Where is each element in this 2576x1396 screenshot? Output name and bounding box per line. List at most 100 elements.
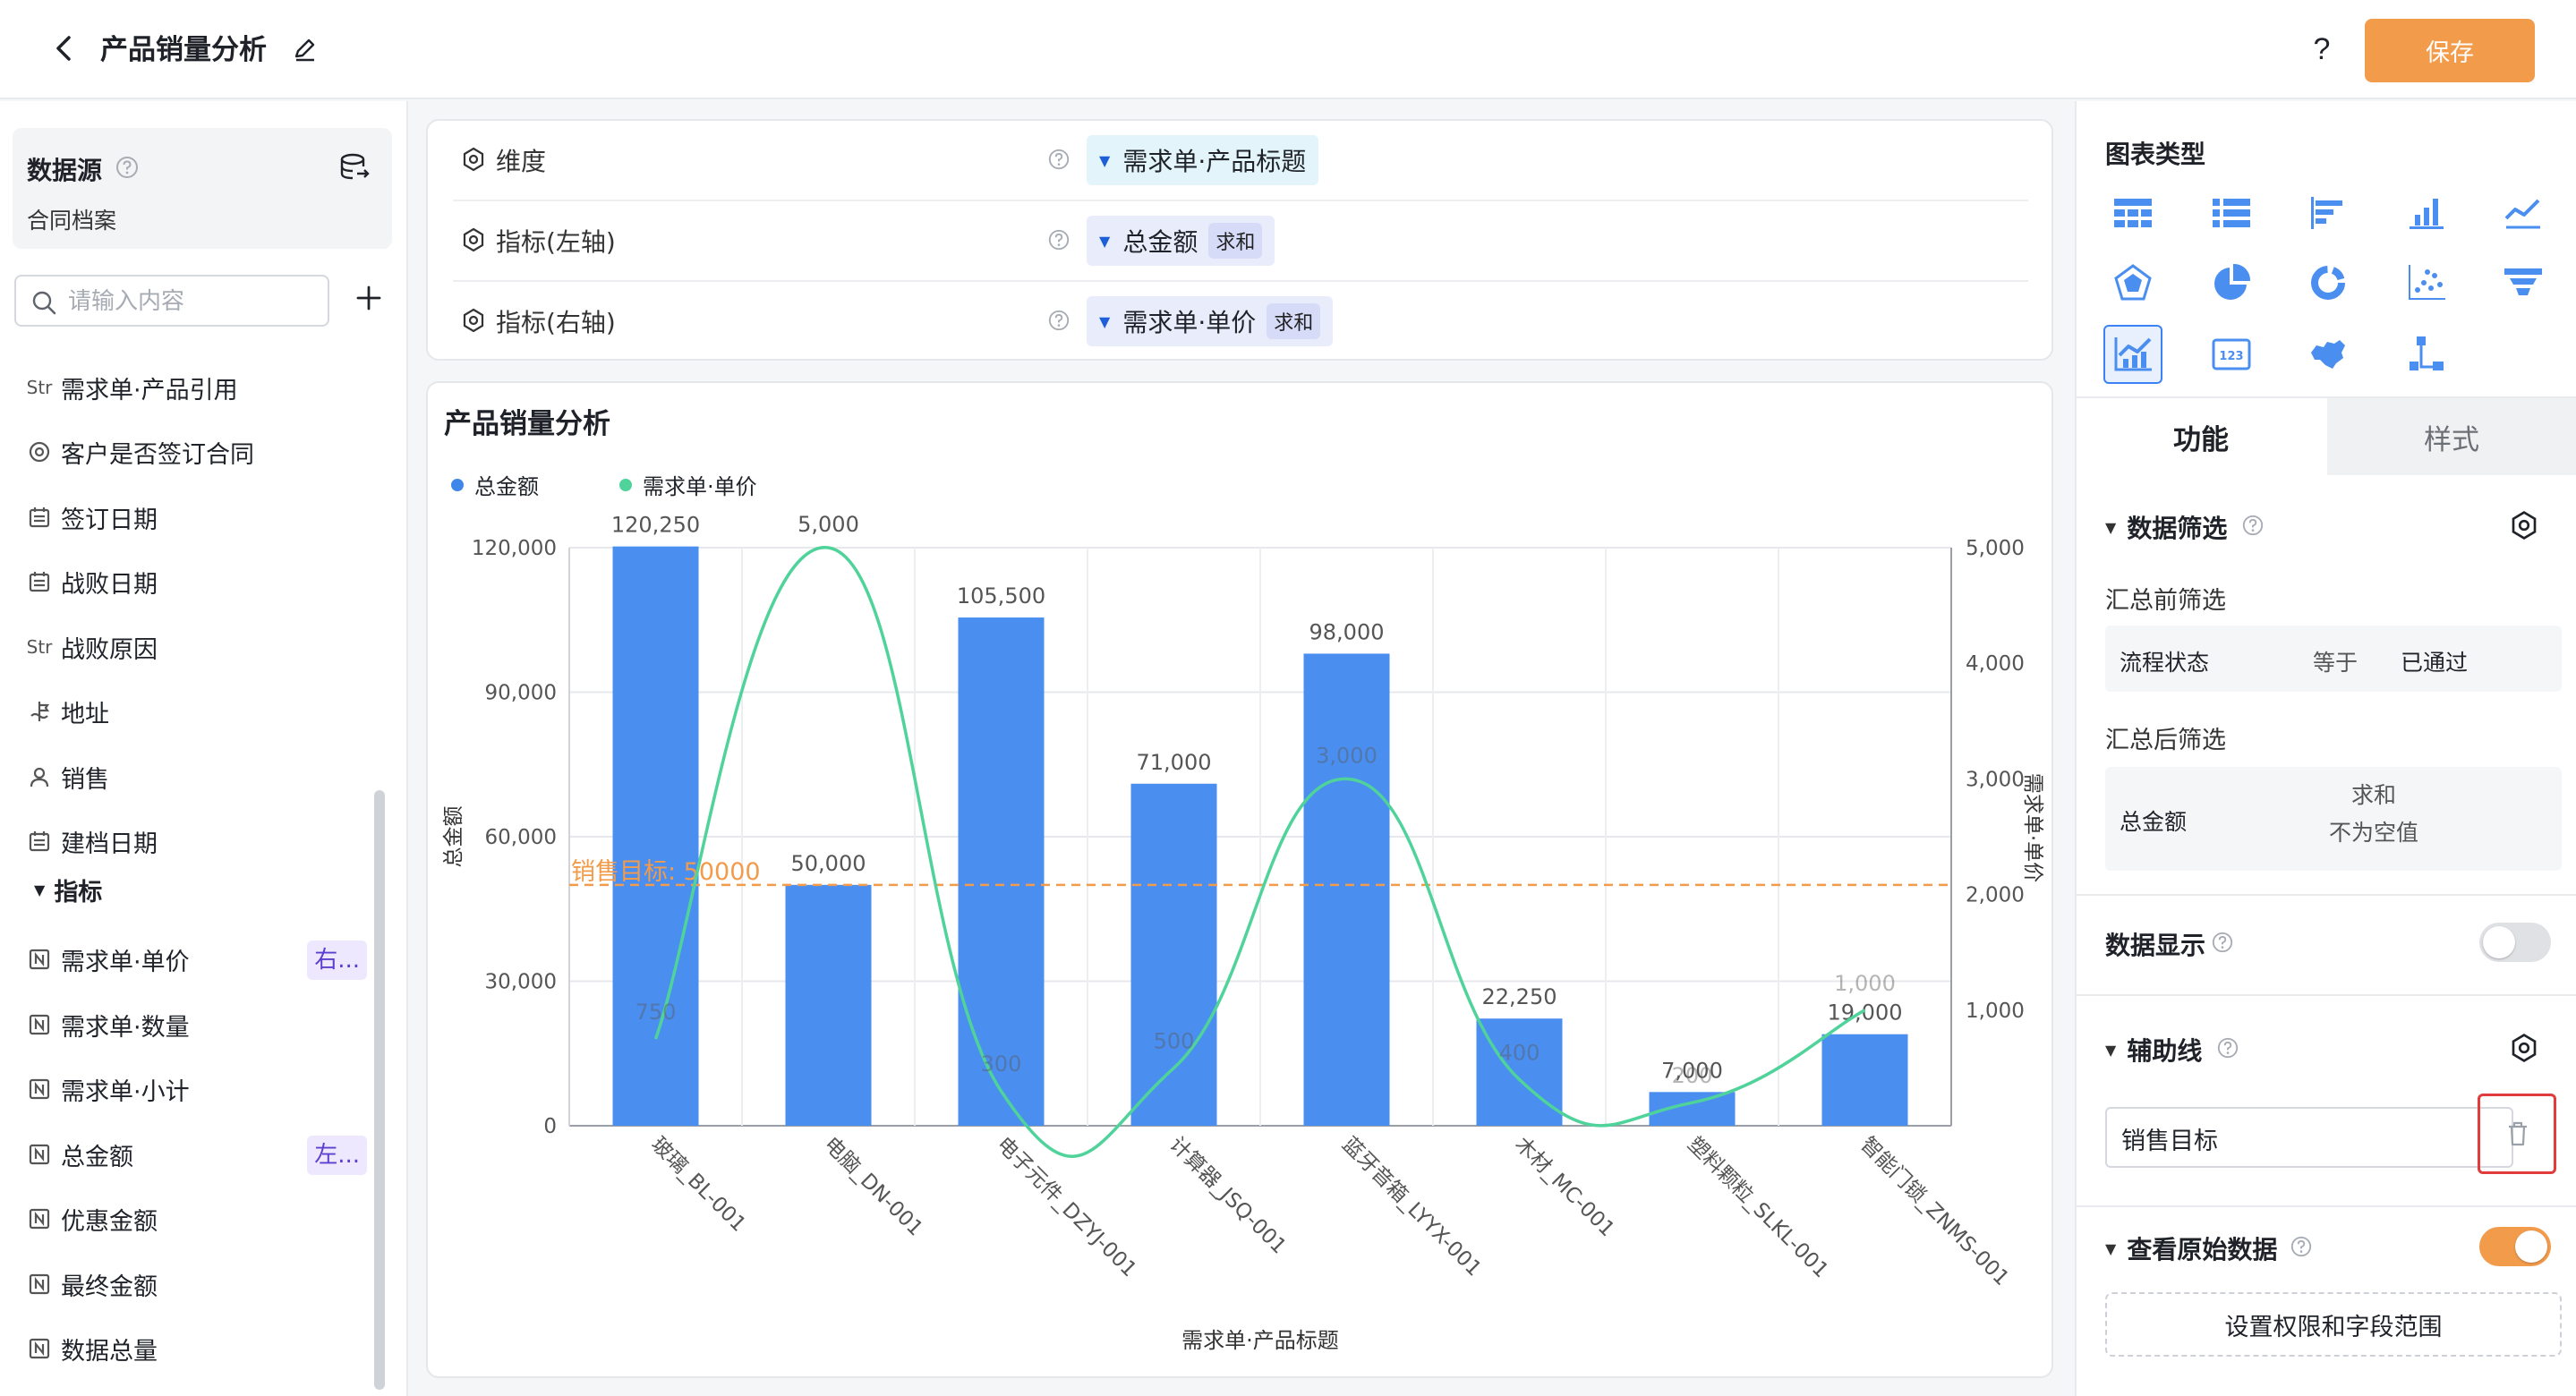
tab-style[interactable]: 样式 — [2327, 398, 2576, 475]
post-filter-title: 汇总后筛选 — [2105, 727, 2226, 754]
metrics-group-toggle[interactable]: ▼ 指标 — [34, 872, 102, 907]
number-type-icon — [27, 1272, 52, 1297]
aux-line-name-input[interactable] — [2121, 1119, 2479, 1157]
add-field-icon[interactable] — [351, 280, 387, 316]
hbar-icon[interactable] — [2299, 183, 2358, 243]
line-data-label: 200 — [1672, 1063, 1713, 1088]
aux-line-toggle[interactable]: ▼ 辅助线 — [2105, 1032, 2202, 1068]
question-icon[interactable] — [2216, 1036, 2239, 1060]
pie-icon[interactable] — [2202, 253, 2261, 312]
field-item[interactable]: 签订日期 — [27, 495, 367, 540]
combo-icon[interactable] — [2103, 325, 2162, 384]
radar-icon[interactable] — [2103, 253, 2162, 312]
field-item[interactable]: 地址 — [27, 689, 367, 734]
question-icon[interactable] — [115, 155, 140, 180]
data-filter-toggle[interactable]: ▼ 数据筛选 — [2105, 509, 2227, 545]
metric-item[interactable]: 需求单·数量 — [27, 1002, 367, 1047]
right-axis-label: 指标(右轴) — [496, 308, 616, 337]
line-icon[interactable] — [2494, 183, 2553, 243]
raw-data-toggle[interactable]: ▼ 查看原始数据 — [2105, 1230, 2277, 1266]
data-display-toggle[interactable] — [2479, 923, 2551, 962]
field-item[interactable]: 建档日期 — [27, 819, 367, 864]
question-icon[interactable] — [1047, 309, 1070, 332]
question-icon[interactable] — [1047, 148, 1070, 171]
question-icon[interactable] — [2211, 931, 2234, 954]
field-item[interactable]: 战败日期 — [27, 559, 367, 604]
svg-text:123: 123 — [2219, 350, 2243, 363]
map-icon[interactable] — [2299, 325, 2358, 384]
tab-function[interactable]: 功能 — [2077, 398, 2325, 475]
aggregation-badge: 求和 — [1267, 303, 1321, 339]
help-icon[interactable]: ? — [2304, 32, 2340, 68]
y-tick-label: 0 — [543, 1115, 557, 1138]
metric-item[interactable]: 数据总量 — [27, 1326, 367, 1371]
legend-swatch — [451, 478, 464, 491]
y2-axis-title: 需求单·单价 — [2021, 773, 2044, 882]
list-icon[interactable] — [2202, 183, 2261, 243]
metric-item[interactable]: 需求单·单价 右... — [27, 937, 367, 982]
field-label: 战败原因 — [61, 635, 158, 664]
tree-icon[interactable] — [2397, 325, 2456, 384]
section-divider — [2077, 994, 2576, 996]
field-item[interactable]: Str 需求单·产品引用 — [27, 365, 367, 410]
pre-filter-row[interactable]: 流程状态 等于 已通过 — [2105, 626, 2562, 692]
table-icon[interactable] — [2103, 183, 2162, 243]
scatter-icon[interactable] — [2397, 253, 2456, 312]
caret-down-icon: ▼ — [1099, 232, 1111, 250]
x-tick-label: 蓝牙音箱_LYYX-001 — [1337, 1133, 1486, 1281]
bar — [785, 884, 872, 1126]
left-axis-value: 总金额 — [1122, 227, 1198, 257]
metric-item[interactable]: 总金额 左... — [27, 1132, 367, 1177]
right-axis-chip[interactable]: ▼ 需求单·单价 求和 — [1087, 296, 1334, 346]
y2-tick-label: 1,000 — [1966, 1000, 2025, 1023]
set-permission-button[interactable]: 设置权限和字段范围 — [2105, 1292, 2562, 1357]
dimension-chip[interactable]: ▼ 需求单·产品标题 — [1087, 135, 1319, 185]
line-data-label: 500 — [1154, 1028, 1195, 1053]
delete-highlight-box — [2478, 1094, 2556, 1174]
field-item[interactable]: 销售 — [27, 754, 367, 799]
settings-icon[interactable] — [460, 307, 487, 334]
donut-icon[interactable] — [2299, 253, 2358, 312]
question-icon[interactable] — [2290, 1235, 2313, 1258]
axis-tag: 右... — [307, 941, 367, 980]
field-label: 优惠金额 — [61, 1207, 158, 1236]
aux-line-settings-icon[interactable] — [2508, 1032, 2540, 1064]
field-label: 需求单·产品引用 — [61, 376, 238, 404]
right-axis-row: 指标(右轴) ▼ 需求单·单价 求和 — [453, 282, 2028, 362]
question-icon[interactable] — [2241, 514, 2265, 537]
svg-text:?: ? — [2314, 32, 2331, 66]
metric-item[interactable]: 优惠金额 — [27, 1196, 367, 1241]
metric-item[interactable]: 需求单·小计 — [27, 1067, 367, 1111]
save-button[interactable]: 保存 — [2365, 19, 2535, 82]
axis-tag: 左... — [307, 1136, 367, 1175]
dimension-row: 维度 ▼ 需求单·产品标题 — [453, 121, 2028, 201]
kpi-icon[interactable]: 123 — [2202, 325, 2261, 384]
field-item[interactable]: 客户是否签订合同 — [27, 430, 367, 474]
y2-tick-label: 5,000 — [1966, 537, 2025, 560]
left-axis-chip[interactable]: ▼ 总金额 求和 — [1087, 216, 1275, 266]
legend-label: 需求单·单价 — [643, 474, 757, 499]
bar-icon[interactable] — [2397, 183, 2456, 243]
funnel-icon[interactable] — [2494, 253, 2553, 312]
settings-icon[interactable] — [460, 146, 487, 173]
edit-title-icon[interactable] — [290, 36, 319, 64]
search-input[interactable] — [68, 284, 319, 319]
field-label: 签订日期 — [61, 506, 158, 534]
settings-icon[interactable] — [460, 226, 487, 253]
filter-settings-icon[interactable] — [2508, 509, 2540, 541]
sidebar-scrollbar[interactable] — [374, 790, 385, 1390]
chart-card: 0 30,000 60,000 90,000 120,000 1,000 2,000 3,00… — [426, 381, 2053, 1378]
data-filter-title: 数据筛选 — [2127, 514, 2228, 543]
y-tick-label: 120,000 — [472, 537, 557, 560]
question-icon[interactable] — [1047, 228, 1070, 251]
metric-item[interactable]: 最终金额 — [27, 1262, 367, 1307]
field-label: 最终金额 — [61, 1273, 158, 1301]
post-filter-row[interactable]: 总金额 求和 不为空值 — [2105, 767, 2562, 871]
raw-data-toggle-switch[interactable] — [2479, 1227, 2551, 1266]
database-switch-icon[interactable] — [338, 151, 371, 183]
legend-item[interactable]: 需求单·单价 — [619, 469, 757, 500]
back-arrow-icon[interactable] — [47, 30, 82, 66]
trash-icon[interactable] — [2505, 1119, 2530, 1148]
field-item[interactable]: Str 战败原因 — [27, 625, 367, 669]
legend-item[interactable]: 总金额 — [451, 469, 539, 500]
